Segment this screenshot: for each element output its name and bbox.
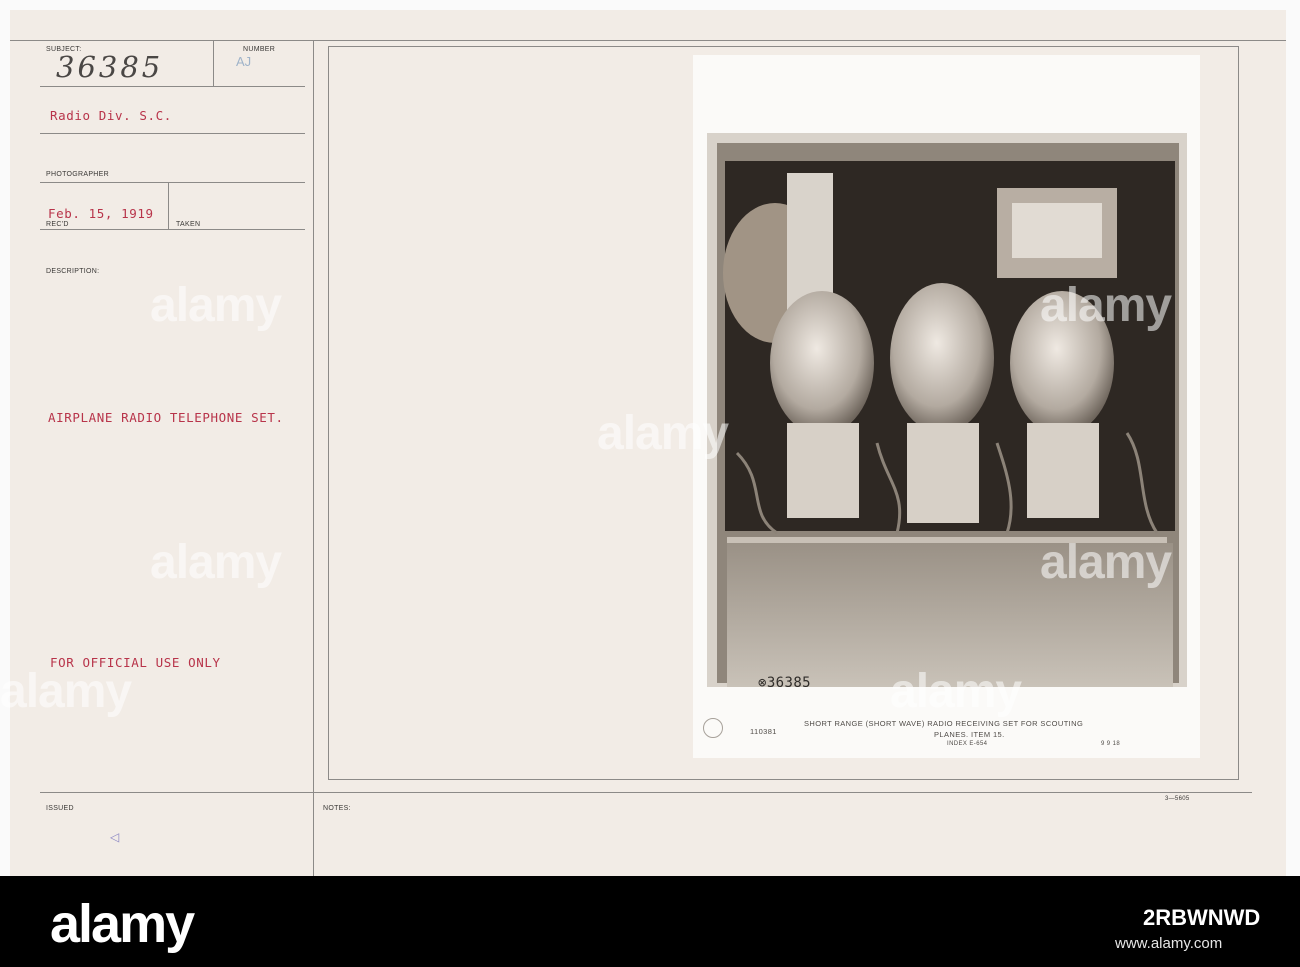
watermark-7: alamy <box>890 665 1022 718</box>
footer-url[interactable]: www.alamy.com <box>1115 935 1222 952</box>
notes-box-bottom <box>328 779 1239 780</box>
form-code: 3—5605 <box>1165 796 1190 802</box>
notes-box-top <box>328 46 1239 47</box>
taken-label: TAKEN <box>176 221 201 228</box>
radio-set-illustration <box>707 133 1187 687</box>
number-stamp: AJ <box>236 54 252 69</box>
date-divider <box>168 183 169 229</box>
watermark-4: alamy <box>150 536 282 589</box>
negative-number: ⊗36385 <box>758 675 811 691</box>
watermark-3: alamy <box>597 407 729 460</box>
notes-label: NOTES: <box>323 805 351 812</box>
subject-number-divider <box>213 40 214 86</box>
footer-image-id: 2RBWNWD <box>1143 905 1261 930</box>
signal-corps-seal <box>703 718 723 738</box>
rule-bottom <box>40 792 1252 793</box>
description-text: AIRPLANE RADIO TELEPHONE SET. <box>48 410 284 425</box>
watermark-6: alamy <box>0 665 132 718</box>
issued-mark: ◁ <box>110 830 120 844</box>
description-label: DESCRIPTION: <box>46 268 100 275</box>
notes-box-left <box>328 46 329 780</box>
radio-set-photo <box>707 133 1187 687</box>
issued-label: ISSUED <box>46 805 74 812</box>
recd-label: REC'D <box>46 221 69 228</box>
caption-number: 110381 <box>750 727 777 736</box>
rule-date <box>40 229 305 230</box>
rule-subject <box>40 86 305 87</box>
card-border-top <box>10 40 1286 41</box>
watermark-1: alamy <box>150 279 282 332</box>
caption-line-2: PLANES. ITEM 15. <box>934 730 1005 739</box>
footer-bar <box>0 876 1300 967</box>
watermark-5: alamy <box>1040 536 1172 589</box>
caption-line-1: SHORT RANGE (SHORT WAVE) RADIO RECEIVING… <box>804 719 1084 728</box>
footer-logo: alamy <box>50 894 195 954</box>
subject-number: 36385 <box>56 50 164 84</box>
origin-text: Radio Div. S.C. <box>50 108 172 123</box>
rule-photographer <box>40 182 305 183</box>
number-label: NUMBER <box>243 46 276 53</box>
rule-origin <box>40 133 305 134</box>
notes-box-right <box>1238 46 1239 780</box>
watermark-2: alamy <box>1040 279 1172 332</box>
caption-index: INDEX E-654 <box>947 741 988 747</box>
date-text: Feb. 15, 1919 <box>48 206 154 221</box>
caption-date: 9 9 18 <box>1101 741 1121 747</box>
photographer-label: PHOTOGRAPHER <box>46 171 109 178</box>
left-column-divider <box>313 40 314 876</box>
